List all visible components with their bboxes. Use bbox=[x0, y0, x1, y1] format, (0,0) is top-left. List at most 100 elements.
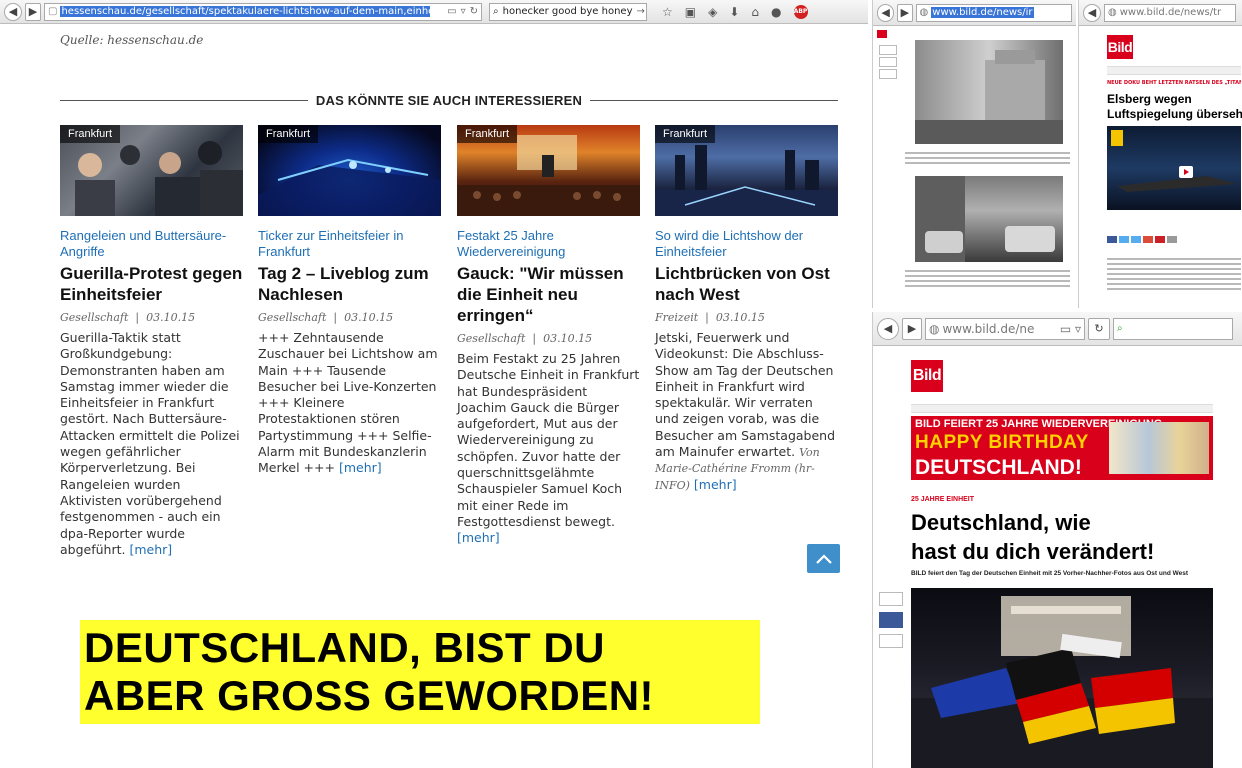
browser-toolbar: ◀ ▶ ▢ hessenschau.de/gesellschaft/spekta… bbox=[0, 0, 868, 24]
back-icon[interactable]: ◀ bbox=[4, 2, 22, 21]
article-card-4[interactable]: Frankfurt So wird die Lichtshow der Einh… bbox=[655, 125, 838, 493]
site-identity-icon[interactable]: ▢ bbox=[48, 6, 57, 17]
article-headline[interactable]: Guerilla-Protest gegen Einheitsfeier bbox=[60, 263, 243, 305]
article-page: Quelle: hessenschau.de DAS KÖNNTE SIE AU… bbox=[0, 24, 868, 590]
browser-toolbar: ◀ ▶ ◍ www.bild.de/ne ▭ ▿ ↻ ⌕ bbox=[873, 312, 1242, 346]
reader-icon[interactable]: ▭ ▿ bbox=[1060, 322, 1081, 336]
article-kicker: 25 JAHRE EINHEIT bbox=[911, 496, 975, 503]
article-teaser: Guerilla-Taktik statt Großkundgebung: De… bbox=[60, 330, 243, 558]
browser-toolbar: ◀ ◍ www.bild.de/news/tr bbox=[1079, 0, 1242, 26]
article-headline: Elsberg wegen Luftspiegelung überseh bbox=[1107, 92, 1242, 122]
search-input[interactable]: honecker good bye honey bbox=[503, 6, 633, 17]
article-headline[interactable]: Gauck: "Wir müssen die Einheit neu errin… bbox=[457, 263, 640, 326]
bild-window-1: ◀ ▶ ◍ www.bild.de/news/ir bbox=[872, 0, 1076, 308]
article-teaser: +++ Zehntausende Zuschauer bei Lichtshow… bbox=[258, 330, 441, 477]
bild-logo[interactable]: Bild bbox=[1107, 35, 1133, 59]
article-date: 03.10.15 bbox=[715, 311, 765, 324]
url-bar[interactable]: ◍ www.bild.de/news/ir bbox=[915, 3, 1072, 22]
search-go-icon[interactable]: → bbox=[637, 6, 645, 17]
url-bar[interactable]: ▢ hessenschau.de/gesellschaft/spektakula… bbox=[44, 2, 482, 21]
article-headline[interactable]: Tag 2 – Liveblog zum Nachlesen bbox=[258, 263, 441, 305]
location-tag: Frankfurt bbox=[457, 125, 518, 143]
shield-icon[interactable]: ◈ bbox=[708, 5, 717, 19]
main-browser-window: ◀ ▶ ▢ hessenschau.de/gesellschaft/spekta… bbox=[0, 0, 868, 590]
article-date: 03.10.15 bbox=[543, 332, 593, 345]
article-thumbnail[interactable]: Frankfurt bbox=[60, 125, 243, 216]
search-bar[interactable]: ⌕ bbox=[1113, 317, 1233, 340]
reload-icon[interactable]: ↻ bbox=[1088, 317, 1110, 340]
bild-logo[interactable]: Bild bbox=[911, 360, 943, 392]
article-thumbnail[interactable]: Frankfurt bbox=[258, 125, 441, 216]
bild-window-2: ◀ ◍ www.bild.de/news/tr Bild NEUE DOKU B… bbox=[1078, 0, 1242, 308]
location-tag: Frankfurt bbox=[258, 125, 319, 143]
chat-icon[interactable]: ● bbox=[771, 5, 781, 19]
bild-nav-strip[interactable] bbox=[911, 404, 1213, 413]
divider bbox=[60, 99, 308, 101]
anniversary-banner[interactable]: BILD FEIERT 25 JAHRE WIEDERVEREINIGUNG H… bbox=[911, 416, 1213, 480]
more-link[interactable]: [mehr] bbox=[129, 542, 172, 557]
article-date: 03.10.15 bbox=[344, 311, 394, 324]
divider bbox=[590, 99, 838, 101]
caption-text: DEUTSCHLAND, BIST DU ABER GROSS GEWORDEN… bbox=[84, 624, 654, 720]
back-icon[interactable]: ◀ bbox=[877, 3, 895, 22]
more-link[interactable]: [mehr] bbox=[339, 460, 382, 475]
article-kicker[interactable]: So wird die Lichtshow der Einheitsfeier bbox=[655, 228, 838, 260]
forward-icon[interactable]: ▶ bbox=[897, 3, 913, 22]
screenshot-collage: ◀ ▶ ▢ hessenschau.de/gesellschaft/spekta… bbox=[0, 0, 1242, 768]
reader-icon[interactable]: ▭ bbox=[447, 6, 456, 17]
home-icon[interactable]: ⌂ bbox=[751, 5, 759, 19]
search-bar[interactable]: ⌕ honecker good bye honey → bbox=[489, 2, 647, 21]
forward-icon[interactable]: ▶ bbox=[902, 317, 922, 340]
article-thumbnail[interactable]: Frankfurt bbox=[655, 125, 838, 216]
url-bar[interactable]: ◍ www.bild.de/ne ▭ ▿ bbox=[925, 317, 1085, 340]
caption-box: DEUTSCHLAND, BIST DU ABER GROSS GEWORDEN… bbox=[80, 620, 760, 724]
teaser-text: Beim Festakt zu 25 Jahren Deutsche Einhe… bbox=[457, 351, 640, 529]
teaser-text: +++ Zehntausende Zuschauer bei Lichtshow… bbox=[258, 330, 438, 476]
share-buttons[interactable] bbox=[879, 592, 903, 648]
article-kicker[interactable]: Ticker zur Einheitsfeier in Frankfurt bbox=[258, 228, 441, 260]
star-icon[interactable]: ☆ bbox=[662, 5, 673, 19]
dropdown-icon[interactable]: ▿ bbox=[461, 6, 466, 17]
location-tag: Frankfurt bbox=[60, 125, 121, 143]
headline-line-1: Deutschland, wie bbox=[911, 510, 1091, 535]
share-buttons[interactable] bbox=[1107, 236, 1177, 243]
article-meta: Freizeit | 03.10.15 bbox=[655, 311, 765, 324]
banner-line-2: DEUTSCHLAND! bbox=[915, 456, 1082, 479]
article-thumbnail[interactable]: Frankfurt bbox=[457, 125, 640, 216]
url-text: www.bild.de/news/tr bbox=[1119, 7, 1222, 18]
article-meta: Gesellschaft | 03.10.15 bbox=[457, 332, 593, 345]
url-text: www.bild.de/news/ir bbox=[931, 7, 1034, 18]
banner-brand: BILD bbox=[915, 418, 941, 430]
article-card-2[interactable]: Frankfurt Ticker zur Einheitsfeier in Fr… bbox=[258, 125, 441, 477]
share-buttons[interactable] bbox=[879, 45, 897, 79]
banner-line-1: HAPPY BIRTHDAY bbox=[915, 432, 1089, 453]
bild-nav-strip[interactable] bbox=[1107, 66, 1241, 75]
article-category: Freizeit bbox=[655, 311, 699, 324]
back-icon[interactable]: ◀ bbox=[877, 317, 899, 340]
more-link[interactable]: [mehr] bbox=[694, 477, 737, 492]
article-category: Gesellschaft bbox=[457, 332, 526, 345]
back-icon[interactable]: ◀ bbox=[1083, 3, 1101, 22]
article-headline[interactable]: Lichtbrücken von Ost nach West bbox=[655, 263, 838, 305]
teaser-text: Guerilla-Taktik statt Großkundgebung: De… bbox=[60, 330, 240, 557]
section-title: DAS KÖNNTE SIE AUCH INTERESSIEREN bbox=[315, 92, 583, 108]
more-link[interactable]: [mehr] bbox=[457, 530, 500, 545]
reload-icon[interactable]: ↻ bbox=[470, 6, 478, 17]
caption-line-2: ABER GROSS GEWORDEN! bbox=[84, 672, 655, 719]
image-caption-text bbox=[905, 270, 1070, 290]
article-card-3[interactable]: Frankfurt Festakt 25 Jahre Wiedervereini… bbox=[457, 125, 640, 547]
headline-line-1: Elsberg wegen bbox=[1107, 92, 1192, 106]
adblock-icon[interactable]: ABP bbox=[793, 4, 808, 19]
image-caption-text bbox=[905, 152, 1070, 167]
article-kicker[interactable]: Rangeleien und Buttersäure-Angriffe bbox=[60, 228, 243, 260]
titanic-video-image[interactable] bbox=[1107, 126, 1241, 210]
forward-icon[interactable]: ▶ bbox=[25, 2, 41, 21]
back-to-top-button[interactable] bbox=[807, 544, 840, 573]
bild-logo[interactable] bbox=[877, 30, 887, 38]
clipboard-icon[interactable]: ▣ bbox=[685, 5, 696, 19]
url-bar[interactable]: ◍ www.bild.de/news/tr bbox=[1104, 3, 1236, 22]
download-icon[interactable]: ⬇ bbox=[729, 5, 739, 19]
article-card-1[interactable]: Frankfurt Rangeleien und Buttersäure-Ang… bbox=[60, 125, 243, 558]
article-kicker[interactable]: Festakt 25 Jahre Wiedervereinigung bbox=[457, 228, 640, 260]
search-icon: ⌕ bbox=[493, 6, 499, 17]
